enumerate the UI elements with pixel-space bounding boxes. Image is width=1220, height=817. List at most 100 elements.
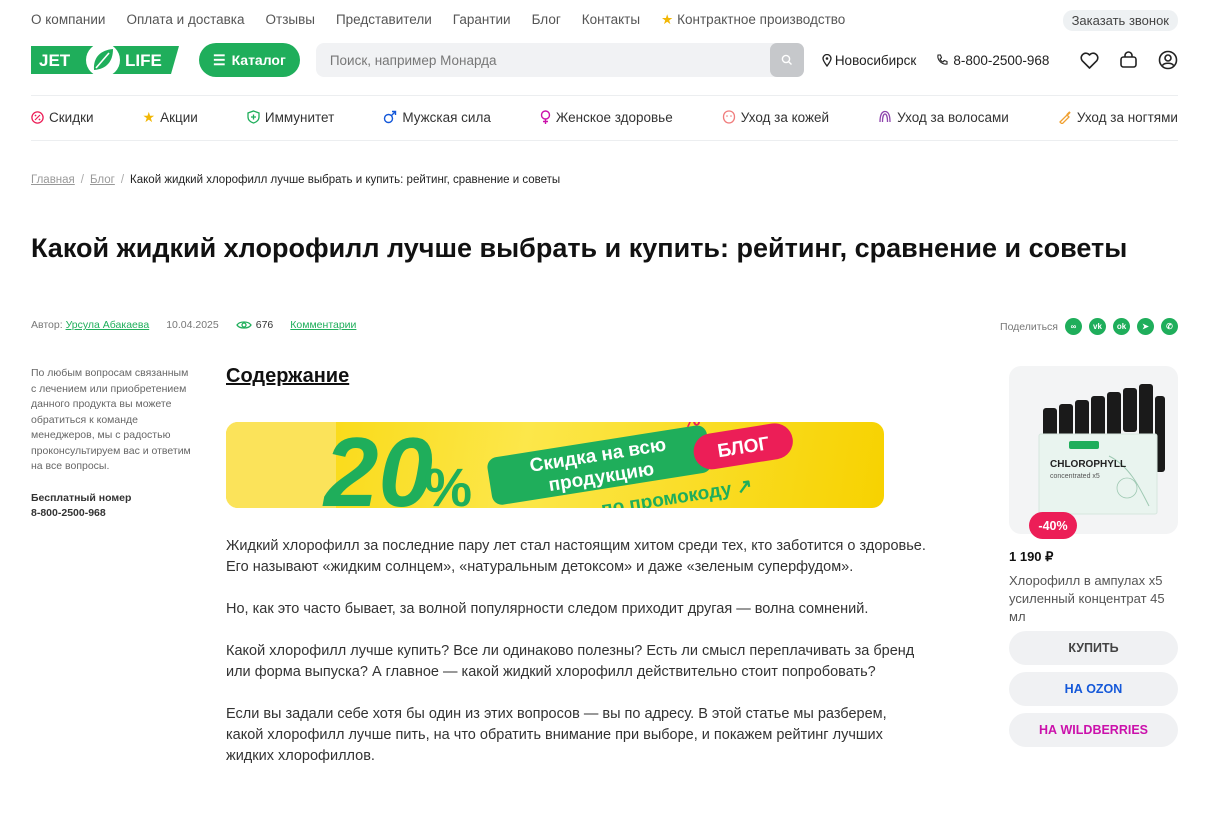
- breadcrumb-blog-link[interactable]: Блог: [90, 174, 115, 186]
- star-icon: ★: [142, 108, 156, 125]
- product-image[interactable]: CHLOROPHYLL concentrated x5: [1009, 366, 1178, 534]
- ok-share-icon[interactable]: ok: [1113, 318, 1130, 335]
- whatsapp-share-icon[interactable]: ✆: [1161, 318, 1178, 335]
- nav-representatives-link[interactable]: Представители: [336, 12, 432, 28]
- face-icon: [722, 110, 735, 124]
- promo-banner-art: 20 % Скидка на всю продукцию % БЛОГ по п…: [226, 422, 793, 508]
- share-block: Поделиться ∞ vk ok ➤ ✆: [1000, 318, 1178, 335]
- male-symbol-icon: [384, 110, 397, 124]
- callback-button[interactable]: Заказать звонок: [1062, 9, 1178, 31]
- table-of-contents-toggle[interactable]: Содержание: [226, 365, 349, 388]
- nav-contract-link[interactable]: ★ Контрактное производство: [661, 12, 845, 28]
- telegram-share-icon[interactable]: ➤: [1137, 318, 1154, 335]
- category-label: Скидки: [49, 109, 94, 125]
- nav-payment-link[interactable]: Оплата и доставка: [126, 12, 244, 28]
- ozon-button[interactable]: НА OZON: [1009, 672, 1178, 706]
- article-body: Жидкий хлорофилл за последние пару лет с…: [226, 536, 926, 788]
- category-skin-care[interactable]: Уход за кожей: [722, 108, 829, 126]
- page-title: Какой жидкий хлорофилл лучше выбрать и к…: [31, 233, 1128, 263]
- views-count: 676: [235, 319, 274, 331]
- category-mens-health[interactable]: Мужская сила: [383, 108, 491, 126]
- star-icon: ★: [661, 12, 674, 27]
- nav-about-link[interactable]: О компании: [31, 12, 105, 28]
- article-meta: Автор: Урсула Абакаева 10.04.2025 676 Ко…: [31, 319, 356, 331]
- female-symbol-icon: [540, 109, 551, 124]
- category-discounts[interactable]: Скидки: [31, 108, 94, 126]
- city-selector[interactable]: Новосибирск: [822, 52, 917, 68]
- buy-button[interactable]: КУПИТЬ: [1009, 631, 1178, 665]
- header-divider: [31, 95, 1178, 96]
- article-paragraph: Жидкий хлорофилл за последние пару лет с…: [226, 538, 926, 575]
- search-button[interactable]: [769, 43, 804, 77]
- logo[interactable]: JET LIFE: [31, 43, 179, 77]
- product-price: 1 190 ₽: [1009, 549, 1054, 564]
- contract-label: Контрактное производство: [677, 12, 846, 27]
- nav-reviews-link[interactable]: Отзывы: [266, 12, 315, 28]
- category-hair-care[interactable]: Уход за волосами: [878, 108, 1009, 126]
- banner-percent: %: [424, 458, 472, 508]
- author-block: Автор: Урсула Абакаева: [31, 319, 149, 331]
- product-name-link[interactable]: Хлорофилл в ампулах х5 усиленный концент…: [1009, 572, 1184, 626]
- breadcrumb-current: Какой жидкий хлорофилл лучше выбрать и к…: [130, 174, 561, 186]
- pack-subtitle: concentrated x5: [1050, 473, 1100, 480]
- catalog-label: Каталог: [231, 52, 286, 68]
- vk-share-icon[interactable]: vk: [1089, 318, 1106, 335]
- category-nail-care[interactable]: Уход за ногтями: [1058, 108, 1178, 126]
- logo-right-text: LIFE: [125, 51, 162, 70]
- discount-badge: -40%: [1029, 512, 1077, 539]
- user-icon[interactable]: [1158, 50, 1178, 70]
- article-paragraph: Если вы задали себе хотя бы один из этих…: [226, 706, 887, 764]
- category-label: Уход за волосами: [897, 109, 1009, 125]
- logo-left-text: JET: [39, 51, 71, 70]
- category-womens-health[interactable]: Женское здоровье: [540, 108, 673, 126]
- location-pin-icon: [822, 53, 832, 67]
- product-image-art: CHLOROPHYLL concentrated x5: [1038, 384, 1165, 515]
- catalog-button[interactable]: ☰ Каталог: [199, 43, 300, 77]
- article-paragraph: Но, как это часто бывает, за волной попу…: [226, 601, 869, 617]
- jetlife-logo-icon: JET LIFE: [31, 43, 179, 77]
- comments-link[interactable]: Комментарии: [290, 319, 356, 331]
- shield-icon: [247, 110, 260, 124]
- top-navigation: О компании Оплата и доставка Отзывы Пред…: [31, 9, 1178, 31]
- author-label: Автор:: [31, 319, 63, 331]
- publish-date: 10.04.2025: [166, 319, 219, 331]
- search-input[interactable]: [315, 43, 770, 77]
- category-label: Мужская сила: [402, 109, 491, 125]
- breadcrumb-separator: /: [80, 174, 84, 186]
- nav-guarantees-link[interactable]: Гарантии: [453, 12, 511, 28]
- category-label: Иммунитет: [264, 109, 335, 125]
- search-bar: [315, 43, 804, 77]
- nav-contacts-link[interactable]: Контакты: [582, 12, 640, 28]
- share-label: Поделиться: [1000, 320, 1058, 333]
- category-label: Уход за ногтями: [1076, 109, 1178, 125]
- heart-icon[interactable]: [1080, 51, 1099, 69]
- promo-banner[interactable]: 20 % Скидка на всю продукцию % БЛОГ по п…: [226, 422, 884, 508]
- category-label: Уход за кожей: [740, 109, 830, 125]
- city-label: Новосибирск: [834, 52, 917, 68]
- breadcrumb: Главная / Блог / Какой жидкий хлорофилл …: [31, 174, 560, 186]
- nail-polish-icon: [1058, 111, 1071, 124]
- free-number-value[interactable]: 8-800-2500-968: [31, 506, 191, 522]
- cart-icon[interactable]: [1119, 51, 1138, 69]
- contact-sidebar: По любым вопросам связанным с лечением и…: [31, 366, 191, 522]
- banner-big-number: 20: [322, 422, 433, 508]
- category-immunity[interactable]: Иммунитет: [247, 108, 334, 126]
- header: JET LIFE ☰ Каталог Новосибирск 8-800-250…: [31, 42, 1178, 78]
- category-promotions[interactable]: ★ Акции: [143, 108, 198, 126]
- eye-icon: [235, 321, 252, 329]
- views-value: 676: [255, 319, 274, 331]
- nav-blog-link[interactable]: Блог: [532, 12, 561, 28]
- header-phone-link[interactable]: 8-800-2500-968: [936, 53, 1049, 68]
- article-paragraph: Какой хлорофилл лучше купить? Все ли оди…: [226, 643, 915, 680]
- menu-icon: ☰: [213, 51, 226, 68]
- breadcrumb-home-link[interactable]: Главная: [31, 174, 75, 186]
- wildberries-button[interactable]: НА WILDBERRIES: [1009, 713, 1178, 747]
- phone-icon: [937, 54, 948, 65]
- author-link[interactable]: Урсула Абакаева: [66, 319, 150, 331]
- category-label: Женское здоровье: [555, 109, 673, 125]
- percent-icon: [31, 110, 44, 124]
- link-share-icon[interactable]: ∞: [1065, 318, 1082, 335]
- top-links: О компании Оплата и доставка Отзывы Пред…: [31, 12, 845, 28]
- category-label: Акции: [160, 109, 198, 125]
- breadcrumb-separator: /: [120, 174, 125, 186]
